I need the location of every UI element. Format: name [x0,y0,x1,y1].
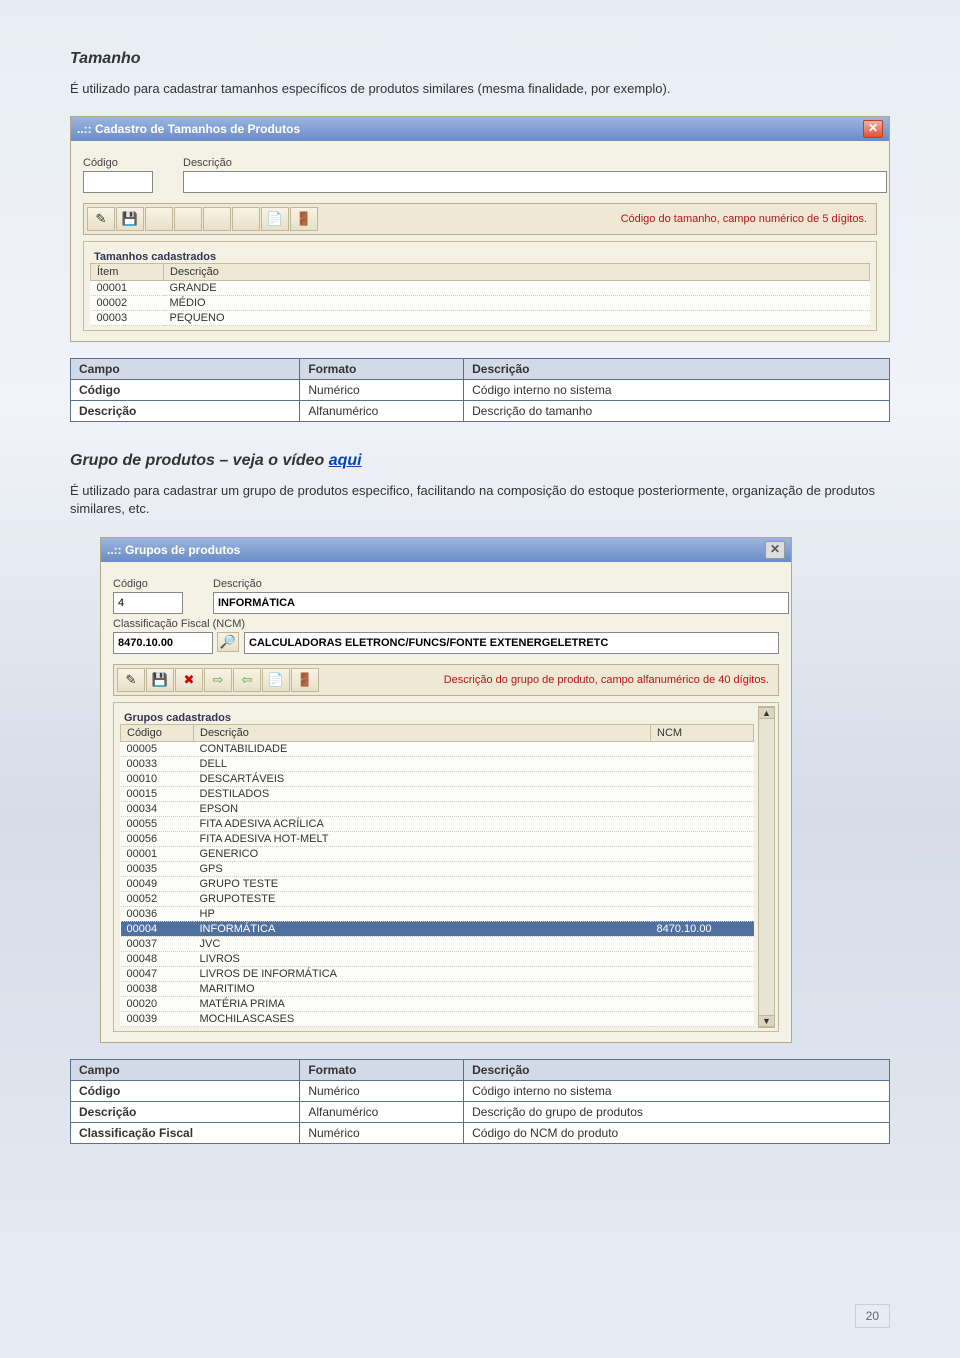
table-row[interactable]: 00055FITA ADESIVA ACRÍLICA [121,816,754,831]
th-campo: Campo [71,1059,300,1080]
table-row[interactable]: 00035GPS [121,861,754,876]
table-row[interactable]: 00020MATÉRIA PRIMA [121,996,754,1011]
toolbar: ✎ 💾 📄 🚪 Código do tamanho, campo numéric… [83,203,877,235]
table-row[interactable]: 00001GRANDE [91,281,870,296]
page-number: 20 [855,1304,890,1328]
table-row: DescriçãoAlfanuméricoDescrição do grupo … [71,1101,890,1122]
table-row: CódigoNuméricoCódigo interno no sistema [71,380,890,401]
table-row: Classificação FiscalNuméricoCódigo do NC… [71,1122,890,1143]
table-row[interactable]: 00003PEQUENO [91,311,870,326]
table-row[interactable]: 00002MÉDIO [91,296,870,311]
col-descricao[interactable]: Descrição [194,724,651,741]
table-row[interactable]: 00039MOCHILASCASES [121,1011,754,1026]
table-row[interactable]: 00052GRUPOTESTE [121,891,754,906]
save-icon[interactable]: 💾 [116,207,144,231]
btn[interactable] [232,207,260,231]
window-title: ..:: Grupos de produtos [107,543,240,557]
table-row: CódigoNuméricoCódigo interno no sistema [71,1080,890,1101]
codigo-label: Código [113,578,183,590]
table-row[interactable]: 00056FITA ADESIVA HOT-MELT [121,831,754,846]
fieldset-legend: Grupos cadastrados [120,712,235,724]
new-icon[interactable]: 📄 [261,207,289,231]
th-campo: Campo [71,359,300,380]
table-row[interactable]: 00036HP [121,906,754,921]
window-title: ..:: Cadastro de Tamanhos de Produtos [77,122,300,136]
btn[interactable] [203,207,231,231]
codigo-input[interactable] [113,592,183,614]
descricao-input[interactable] [213,592,789,614]
descricao-label: Descrição [213,578,779,590]
window-tamanhos: ..:: Cadastro de Tamanhos de Produtos ✕ … [70,116,890,342]
btn[interactable] [145,207,173,231]
fieldset-legend: Tamanhos cadastrados [90,251,220,263]
edit-icon[interactable]: ✎ [87,207,115,231]
toolbar: ✎ 💾 ✖ ⇨ ⇦ 📄 🚪 Descrição do grupo de prod… [113,664,779,696]
definition-table-1: Campo Formato Descrição CódigoNuméricoCó… [70,358,890,422]
table-row[interactable]: 00048LIVROS [121,951,754,966]
exit-icon[interactable]: 🚪 [290,207,318,231]
table-row[interactable]: 00033DELL [121,756,754,771]
toolbar-hint: Descrição do grupo de produto, campo alf… [444,674,775,686]
intro-text-1: É utilizado para cadastrar tamanhos espe… [70,80,890,98]
table-row[interactable]: 00047LIVROS DE INFORMÁTICA [121,966,754,981]
grid-tamanhos: Ítem Descrição 00001GRANDE00002MÉDIO0000… [90,263,870,326]
th-formato: Formato [300,359,464,380]
ncm-input[interactable] [113,632,213,654]
table-row[interactable]: 00037JVC [121,936,754,951]
table-row[interactable]: 00038MARITIMO [121,981,754,996]
descricao-input[interactable] [183,171,887,193]
col-ncm[interactable]: NCM [651,724,754,741]
descricao-label: Descrição [183,157,877,169]
close-icon[interactable]: ✕ [863,120,883,138]
codigo-label: Código [83,157,153,169]
prev-icon[interactable]: ⇦ [233,668,261,692]
section-title-1: Tamanho [70,50,890,68]
next-icon[interactable]: ⇨ [204,668,232,692]
close-icon[interactable]: ✕ [765,541,785,559]
save-icon[interactable]: 💾 [146,668,174,692]
col-descricao[interactable]: Descrição [164,264,870,281]
table-row[interactable]: 00015DESTILADOS [121,786,754,801]
titlebar: ..:: Cadastro de Tamanhos de Produtos ✕ [71,117,889,141]
table-row: DescriçãoAlfanuméricoDescrição do tamanh… [71,401,890,422]
scrollbar[interactable]: ▲▼ [758,706,775,1028]
th-formato: Formato [300,1059,464,1080]
intro-text-2: É utilizado para cadastrar um grupo de p… [70,482,890,518]
edit-icon[interactable]: ✎ [117,668,145,692]
toolbar-hint: Código do tamanho, campo numérico de 5 d… [621,213,873,225]
section-title-2: Grupo de produtos – veja o vídeo aqui [70,452,890,470]
link-aqui[interactable]: aqui [329,452,362,469]
col-item[interactable]: Ítem [91,264,164,281]
th-descricao: Descrição [464,1059,890,1080]
table-row[interactable]: 00001GENERICO [121,846,754,861]
ncm-lookup-button[interactable]: 🔎 [217,632,239,652]
titlebar: ..:: Grupos de produtos ✕ [101,538,791,562]
table-row[interactable]: 00034EPSON [121,801,754,816]
col-codigo[interactable]: Código [121,724,194,741]
window-grupos: ..:: Grupos de produtos ✕ Código Descriç… [100,537,792,1043]
table-row[interactable]: 00004INFORMÁTICA8470.10.00 [121,921,754,936]
definition-table-2: Campo Formato Descrição CódigoNuméricoCó… [70,1059,890,1144]
ncm-desc-input[interactable] [244,632,779,654]
new-icon[interactable]: 📄 [262,668,290,692]
codigo-input[interactable] [83,171,153,193]
btn[interactable] [174,207,202,231]
ncm-label: Classificação Fiscal (NCM) [113,618,779,630]
table-row[interactable]: 00049GRUPO TESTE [121,876,754,891]
delete-icon[interactable]: ✖ [175,668,203,692]
th-descricao: Descrição [464,359,890,380]
exit-icon[interactable]: 🚪 [291,668,319,692]
grid-grupos: Código Descrição NCM 00005CONTABILIDADE0… [120,724,754,1027]
table-row[interactable]: 00005CONTABILIDADE [121,741,754,756]
table-row[interactable]: 00010DESCARTÁVEIS [121,771,754,786]
